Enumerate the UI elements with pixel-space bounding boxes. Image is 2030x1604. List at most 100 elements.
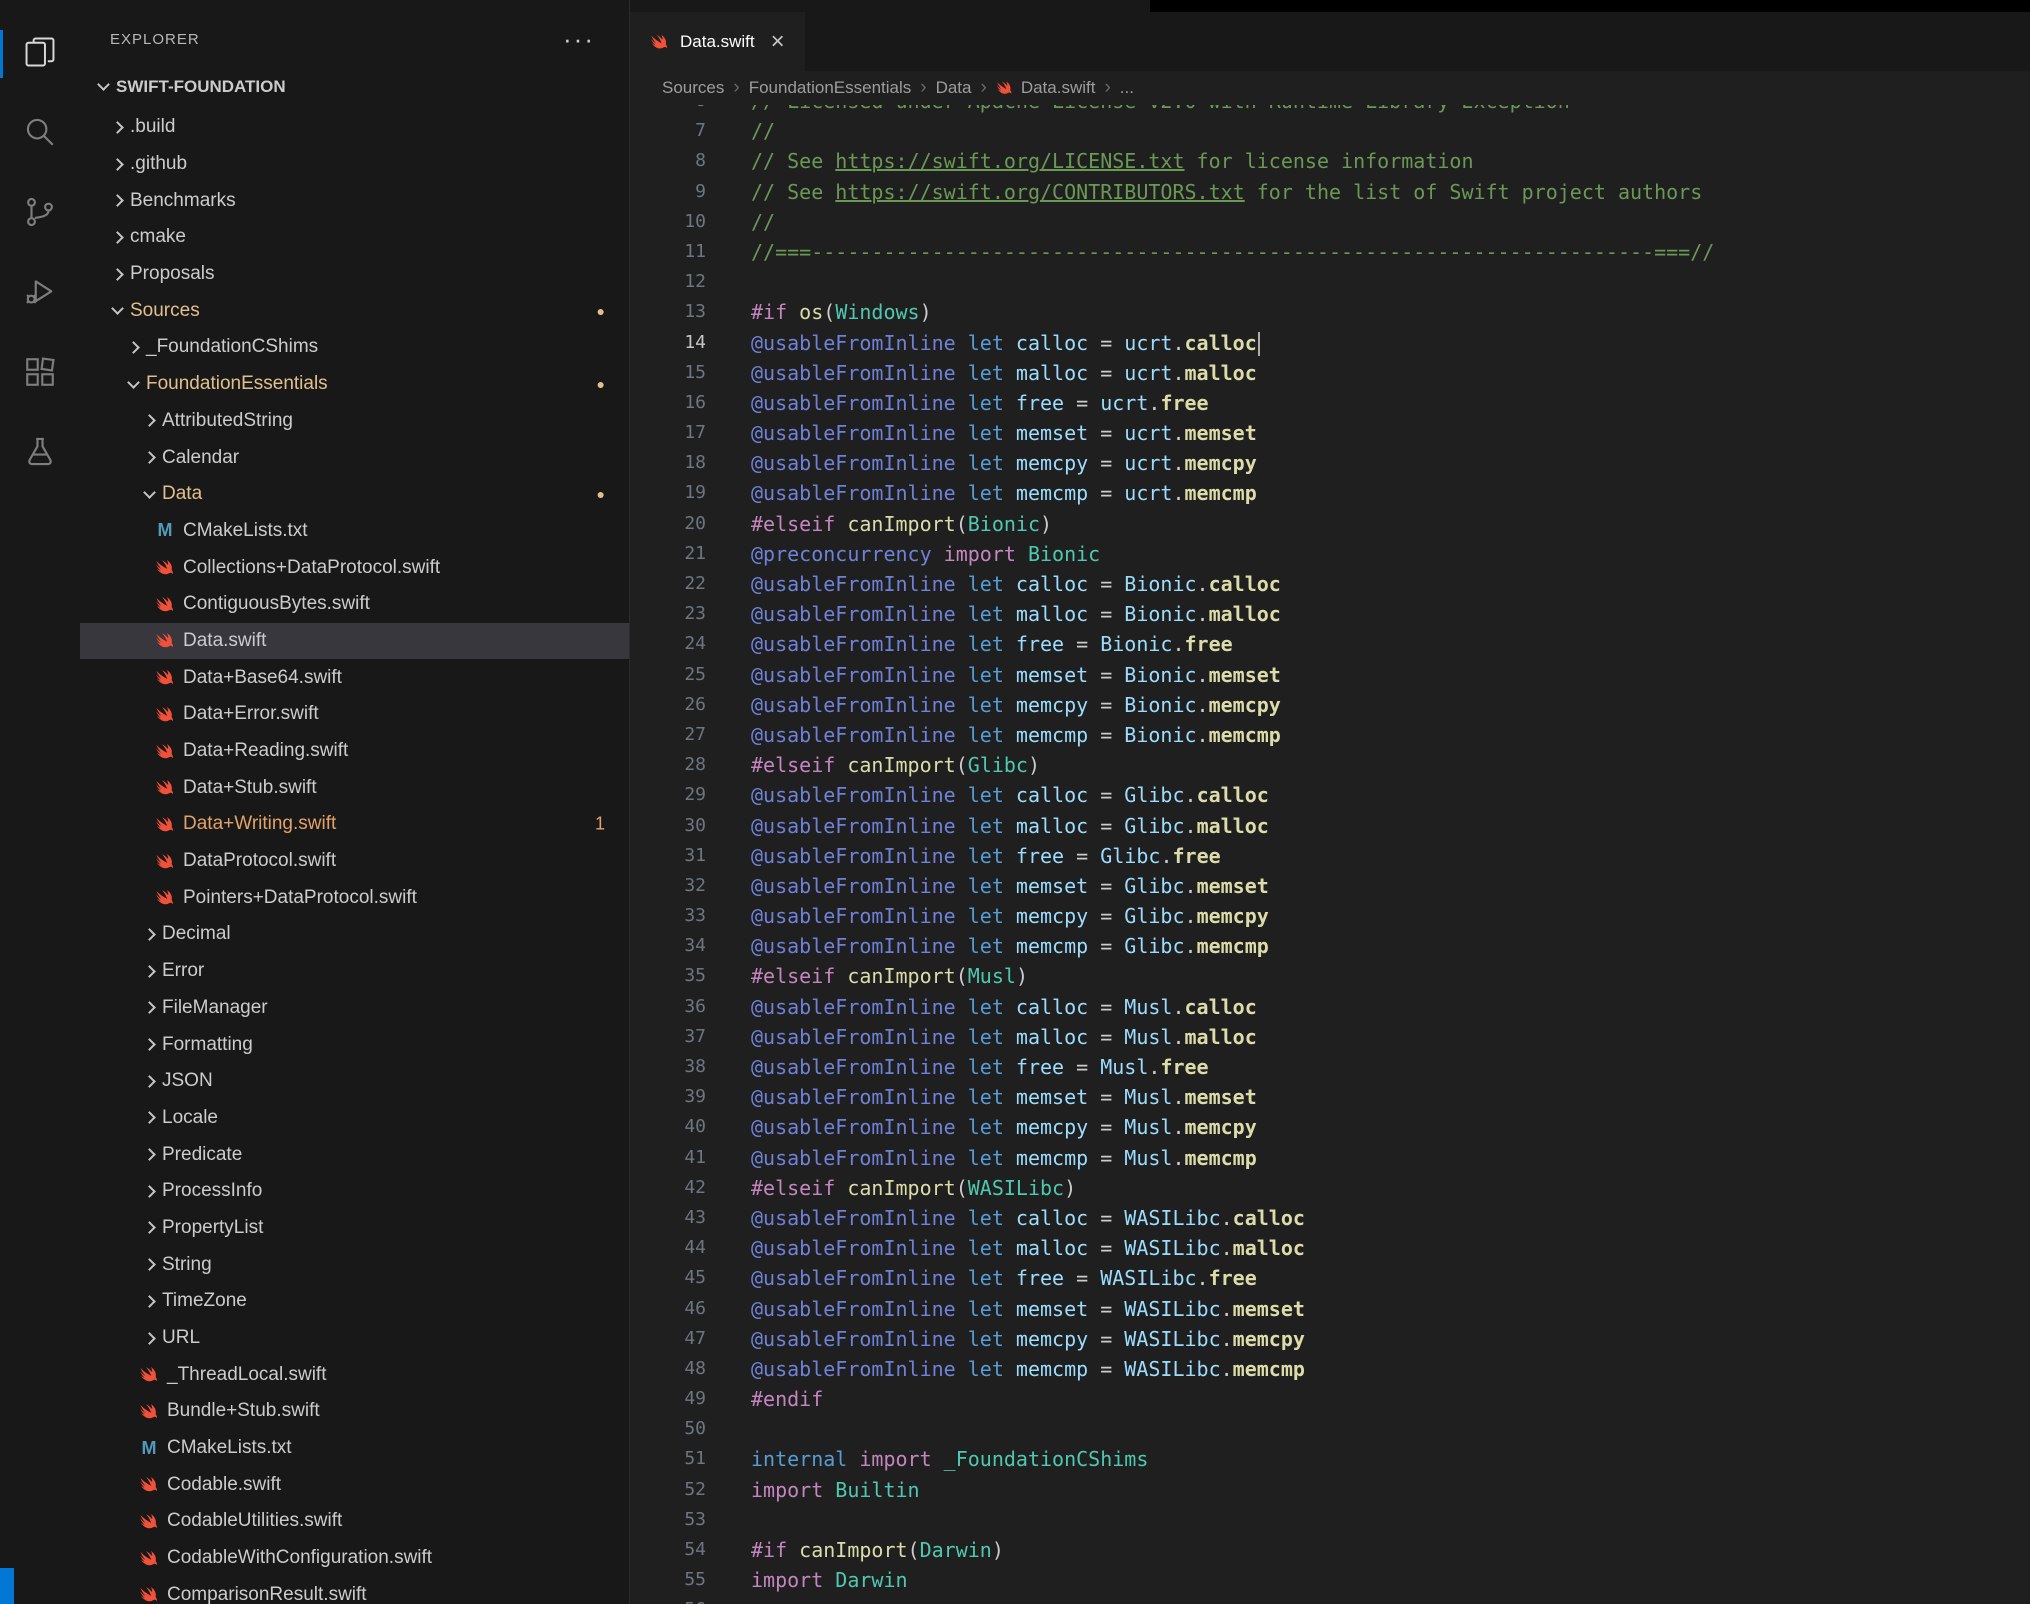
code-line-49[interactable]: 49#endif — [630, 1384, 2030, 1414]
tree-folder-string[interactable]: String — [80, 1246, 629, 1283]
tree-file-pointers-dataprotocol-swift[interactable]: Pointers+DataProtocol.swift — [80, 879, 629, 916]
activity-source-control-button[interactable] — [0, 174, 80, 254]
code-line-34[interactable]: 34@usableFromInline let memcmp = Glibc.m… — [630, 931, 2030, 961]
code-line-17[interactable]: 17@usableFromInline let memset = ucrt.me… — [630, 418, 2030, 448]
code-line-26[interactable]: 26@usableFromInline let memcpy = Bionic.… — [630, 690, 2030, 720]
tree-file-data-writing-swift[interactable]: Data+Writing.swift1 — [80, 806, 629, 843]
code-line-14[interactable]: 14@usableFromInline let calloc = ucrt.ca… — [630, 328, 2030, 358]
tree-folder-foundationcshims[interactable]: _FoundationCShims — [80, 329, 629, 366]
code-line-22[interactable]: 22@usableFromInline let calloc = Bionic.… — [630, 569, 2030, 599]
code-line-50[interactable]: 50 — [630, 1414, 2030, 1444]
code-line-18[interactable]: 18@usableFromInline let memcpy = ucrt.me… — [630, 448, 2030, 478]
code-line-6[interactable]: 6// Licensed under Apache License v2.0 w… — [630, 105, 2030, 116]
tree-folder-propertylist[interactable]: PropertyList — [80, 1210, 629, 1247]
tree-folder-processinfo[interactable]: ProcessInfo — [80, 1173, 629, 1210]
code-line-36[interactable]: 36@usableFromInline let calloc = Musl.ca… — [630, 992, 2030, 1022]
code-editor[interactable]: 6// Licensed under Apache License v2.0 w… — [630, 105, 2030, 1604]
tree-folder-predicate[interactable]: Predicate — [80, 1136, 629, 1173]
breadcrumb-item-foundationessentials[interactable]: FoundationEssentials — [749, 78, 912, 98]
code-line-33[interactable]: 33@usableFromInline let memcpy = Glibc.m… — [630, 901, 2030, 931]
tree-folder-json[interactable]: JSON — [80, 1063, 629, 1100]
tree-folder-timezone[interactable]: TimeZone — [80, 1283, 629, 1320]
code-line-27[interactable]: 27@usableFromInline let memcmp = Bionic.… — [630, 720, 2030, 750]
tree-file-data-reading-swift[interactable]: Data+Reading.swift — [80, 733, 629, 770]
activity-testing-button[interactable] — [0, 414, 80, 494]
tree-folder-benchmarks[interactable]: Benchmarks — [80, 182, 629, 219]
code-line-12[interactable]: 12 — [630, 267, 2030, 297]
tree-file-cmakelists-txt[interactable]: MCMakeLists.txt — [80, 1430, 629, 1467]
activity-extensions-button[interactable] — [0, 334, 80, 414]
code-line-54[interactable]: 54#if canImport(Darwin) — [630, 1535, 2030, 1565]
code-line-43[interactable]: 43@usableFromInline let calloc = WASILib… — [630, 1203, 2030, 1233]
tree-folder-attributedstring[interactable]: AttributedString — [80, 403, 629, 440]
section-swift-foundation[interactable]: SWIFT-FOUNDATION — [80, 64, 629, 109]
tree-file-dataprotocol-swift[interactable]: DataProtocol.swift — [80, 843, 629, 880]
code-line-30[interactable]: 30@usableFromInline let malloc = Glibc.m… — [630, 811, 2030, 841]
code-line-16[interactable]: 16@usableFromInline let free = ucrt.free — [630, 388, 2030, 418]
tree-folder-data[interactable]: Data● — [80, 476, 629, 513]
code-line-38[interactable]: 38@usableFromInline let free = Musl.free — [630, 1052, 2030, 1082]
code-line-13[interactable]: 13#if os(Windows) — [630, 297, 2030, 327]
tree-folder-cmake[interactable]: cmake — [80, 219, 629, 256]
code-line-24[interactable]: 24@usableFromInline let free = Bionic.fr… — [630, 629, 2030, 659]
tab-data-swift[interactable]: Data.swift × — [630, 12, 805, 71]
code-line-25[interactable]: 25@usableFromInline let memset = Bionic.… — [630, 660, 2030, 690]
code-line-28[interactable]: 28#elseif canImport(Glibc) — [630, 750, 2030, 780]
tree-folder-formatting[interactable]: Formatting — [80, 1026, 629, 1063]
tree-file-codablewithconfiguration-swift[interactable]: CodableWithConfiguration.swift — [80, 1540, 629, 1577]
code-line-21[interactable]: 21@preconcurrency import Bionic — [630, 539, 2030, 569]
tree-file-data-stub-swift[interactable]: Data+Stub.swift — [80, 769, 629, 806]
code-line-40[interactable]: 40@usableFromInline let memcpy = Musl.me… — [630, 1112, 2030, 1142]
tree-file-bundle-stub-swift[interactable]: Bundle+Stub.swift — [80, 1393, 629, 1430]
code-line-20[interactable]: 20#elseif canImport(Bionic) — [630, 509, 2030, 539]
tree-file-collections-dataprotocol-swift[interactable]: Collections+DataProtocol.swift — [80, 549, 629, 586]
code-line-39[interactable]: 39@usableFromInline let memset = Musl.me… — [630, 1082, 2030, 1112]
tree-folder-foundationessentials[interactable]: FoundationEssentials● — [80, 366, 629, 403]
tree-file-data-base64-swift[interactable]: Data+Base64.swift — [80, 659, 629, 696]
tree-folder-locale[interactable]: Locale — [80, 1100, 629, 1137]
breadcrumb-item-[interactable]: ... — [1120, 78, 1134, 98]
tree-file-data-error-swift[interactable]: Data+Error.swift — [80, 696, 629, 733]
code-line-37[interactable]: 37@usableFromInline let malloc = Musl.ma… — [630, 1022, 2030, 1052]
code-line-42[interactable]: 42#elseif canImport(WASILibc) — [630, 1173, 2030, 1203]
code-line-15[interactable]: 15@usableFromInline let malloc = ucrt.ma… — [630, 358, 2030, 388]
code-line-47[interactable]: 47@usableFromInline let memcpy = WASILib… — [630, 1324, 2030, 1354]
tree-folder-filemanager[interactable]: FileManager — [80, 990, 629, 1027]
tree-file-codableutilities-swift[interactable]: CodableUtilities.swift — [80, 1503, 629, 1540]
code-line-51[interactable]: 51internal import _FoundationCShims — [630, 1444, 2030, 1474]
tree-file-threadlocal-swift[interactable]: _ThreadLocal.swift — [80, 1356, 629, 1393]
tree-file-data-swift[interactable]: Data.swift — [80, 623, 629, 660]
code-line-45[interactable]: 45@usableFromInline let free = WASILibc.… — [630, 1263, 2030, 1293]
code-line-23[interactable]: 23@usableFromInline let malloc = Bionic.… — [630, 599, 2030, 629]
breadcrumb-item-data[interactable]: Data — [936, 78, 972, 98]
code-line-9[interactable]: 9// See https://swift.org/CONTRIBUTORS.t… — [630, 177, 2030, 207]
code-line-32[interactable]: 32@usableFromInline let memset = Glibc.m… — [630, 871, 2030, 901]
tree-folder-proposals[interactable]: Proposals — [80, 256, 629, 293]
tree-file-contiguousbytes-swift[interactable]: ContiguousBytes.swift — [80, 586, 629, 623]
code-line-41[interactable]: 41@usableFromInline let memcmp = Musl.me… — [630, 1143, 2030, 1173]
tree-folder-url[interactable]: URL — [80, 1320, 629, 1357]
code-line-46[interactable]: 46@usableFromInline let memset = WASILib… — [630, 1294, 2030, 1324]
tree-file-codable-swift[interactable]: Codable.swift — [80, 1466, 629, 1503]
code-line-19[interactable]: 19@usableFromInline let memcmp = ucrt.me… — [630, 478, 2030, 508]
tree-folder-error[interactable]: Error — [80, 953, 629, 990]
code-line-29[interactable]: 29@usableFromInline let calloc = Glibc.c… — [630, 780, 2030, 810]
close-icon[interactable]: × — [771, 32, 785, 52]
code-line-7[interactable]: 7// — [630, 116, 2030, 146]
code-line-31[interactable]: 31@usableFromInline let free = Glibc.fre… — [630, 841, 2030, 871]
code-line-11[interactable]: 11//===---------------------------------… — [630, 237, 2030, 267]
breadcrumb-item-sources[interactable]: Sources — [662, 78, 724, 98]
tree-folder-github[interactable]: .github — [80, 146, 629, 183]
activity-search-button[interactable] — [0, 94, 80, 174]
code-line-10[interactable]: 10// — [630, 207, 2030, 237]
code-line-55[interactable]: 55import Darwin — [630, 1565, 2030, 1595]
code-line-35[interactable]: 35#elseif canImport(Musl) — [630, 961, 2030, 991]
activity-run-debug-button[interactable] — [0, 254, 80, 334]
tree-file-cmakelists-txt[interactable]: MCMakeLists.txt — [80, 513, 629, 550]
code-line-53[interactable]: 53 — [630, 1505, 2030, 1535]
breadcrumb-item-data-swift[interactable]: Data.swift — [996, 78, 1096, 98]
more-actions-icon[interactable]: ··· — [563, 34, 595, 44]
activity-explorer-button[interactable] — [0, 14, 80, 94]
code-line-44[interactable]: 44@usableFromInline let malloc = WASILib… — [630, 1233, 2030, 1263]
code-line-52[interactable]: 52import Builtin — [630, 1475, 2030, 1505]
